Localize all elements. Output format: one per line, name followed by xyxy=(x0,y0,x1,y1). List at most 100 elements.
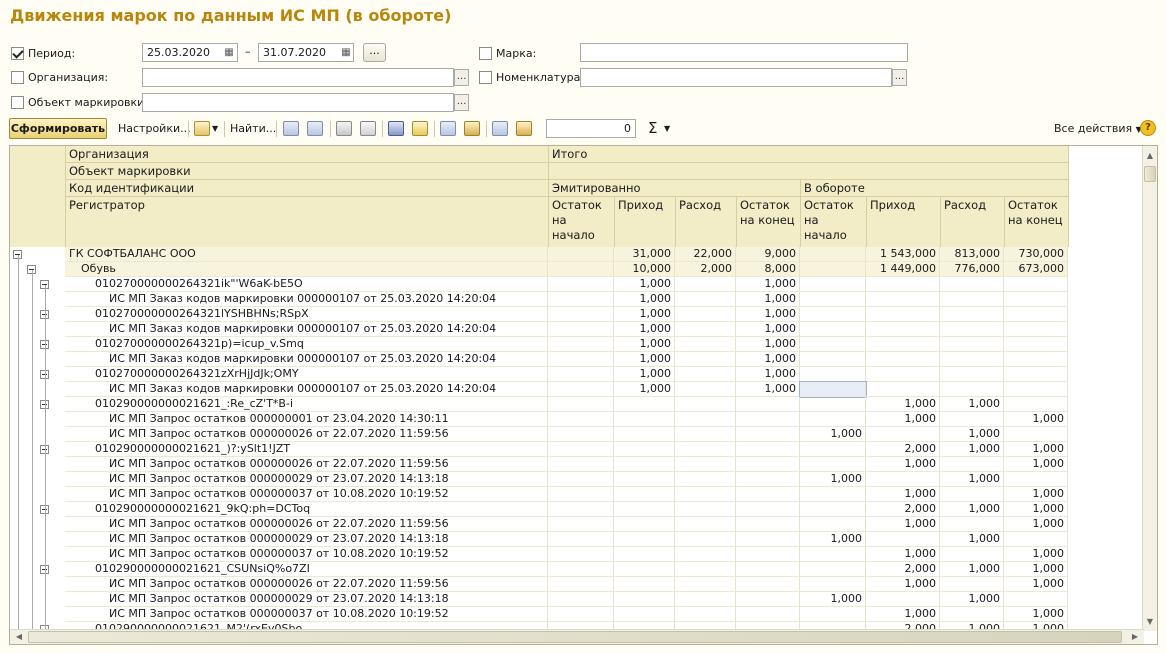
mark-input[interactable] xyxy=(580,43,908,62)
table-row[interactable]: ИС МП Запрос остатков 000000037 от 10.08… xyxy=(10,487,1068,502)
row-label: ИС МП Запрос остатков 000000001 от 23.04… xyxy=(65,412,548,427)
scroll-left-icon[interactable]: ◀ xyxy=(12,630,26,644)
col-organization[interactable]: Организация xyxy=(66,146,152,163)
col-marking-object[interactable]: Объект маркировки xyxy=(66,163,194,180)
scroll-down-icon[interactable]: ▼ xyxy=(1143,615,1157,629)
value-cell xyxy=(800,367,866,382)
table-row[interactable]: 010270000000264321ik"'W6aK-bE5O 1,000 1,00… xyxy=(10,277,1068,292)
marking-object-checkbox[interactable] xyxy=(11,95,24,109)
col-code[interactable]: Код идентификации xyxy=(66,180,197,197)
value-cell: 776,000 xyxy=(940,262,1004,277)
table-row[interactable]: ИС МП Запрос остатков 000000029 от 23.07… xyxy=(10,592,1068,607)
row-label: ИС МП Запрос остатков 000000026 от 22.07… xyxy=(65,517,548,532)
col-circ-start[interactable]: Остаток на начало xyxy=(801,197,857,244)
table-row[interactable]: 010270000000264321zXrHjJdJk;OMY 1,000 1,00… xyxy=(10,367,1068,382)
value-cell: 9,000 xyxy=(736,247,800,262)
organization-select-button[interactable]: ... xyxy=(454,69,469,86)
value-cell xyxy=(866,337,940,352)
mail-icon[interactable] xyxy=(412,121,428,136)
copy-table-icon[interactable] xyxy=(440,121,456,136)
marking-object-input[interactable] xyxy=(142,93,454,112)
value-cell xyxy=(548,322,614,337)
value-cell xyxy=(675,277,736,292)
col-total[interactable]: Итого xyxy=(549,146,590,163)
table-row[interactable]: ИС МП Запрос остатков 000000026 от 22.07… xyxy=(10,517,1068,532)
col-registrar[interactable]: Регистратор xyxy=(66,197,148,214)
table-row[interactable]: ИС МП Запрос остатков 000000026 от 22.07… xyxy=(10,457,1068,472)
table-row[interactable]: ГК СОФТБАЛАНС ООО 31,000 22,000 9,000 1 543,… xyxy=(10,247,1068,262)
marking-object-select-button[interactable]: ... xyxy=(454,94,469,111)
table-row[interactable]: ИС МП Заказ кодов маркировки 000000107 о… xyxy=(10,352,1068,367)
organization-input[interactable] xyxy=(142,68,454,87)
table-row[interactable]: Обувь 10,000 2,000 8,000 1 449,000 776,000 673… xyxy=(10,262,1068,277)
all-actions-menu[interactable]: Все действия ▼ xyxy=(1054,118,1142,139)
hscroll-thumb[interactable] xyxy=(28,631,1122,643)
table-row[interactable]: 010270000000264321lYSHBHNs;RSpX 1,000 1,00… xyxy=(10,307,1068,322)
value-cell xyxy=(736,577,800,592)
help-icon[interactable]: ? xyxy=(1140,120,1156,136)
table-row[interactable]: ИС МП Запрос остатков 000000029 от 23.07… xyxy=(10,532,1068,547)
period-select-button[interactable]: ... xyxy=(363,43,386,62)
value-cell xyxy=(866,592,940,607)
save-icon[interactable] xyxy=(388,121,404,136)
col-emitted-income[interactable]: Приход xyxy=(615,197,666,214)
period-checkbox[interactable] xyxy=(11,46,24,60)
find-button[interactable]: Найти... xyxy=(230,118,276,139)
calendar-icon[interactable]: ▦ xyxy=(222,45,236,60)
variant-icon[interactable] xyxy=(194,121,210,136)
nomenclature-select-button[interactable]: ... xyxy=(892,69,907,86)
col-in-circulation[interactable]: В обороте xyxy=(801,180,868,197)
value-cell xyxy=(866,307,940,322)
table-row[interactable]: ИС МП Заказ кодов маркировки 000000107 о… xyxy=(10,292,1068,307)
value-cell xyxy=(800,322,866,337)
table-row[interactable]: 010270000000264321p)=icup_v.Smq 1,000 1,00… xyxy=(10,337,1068,352)
nomenclature-checkbox[interactable] xyxy=(479,70,492,84)
col-emitted-start[interactable]: Остаток на начало xyxy=(549,197,605,244)
sigma-icon[interactable]: Σ xyxy=(648,118,657,139)
value-cell xyxy=(548,427,614,442)
scroll-thumb[interactable] xyxy=(1144,166,1156,182)
vertical-scrollbar[interactable]: ▲ ▼ xyxy=(1142,146,1157,631)
print-icon[interactable] xyxy=(336,121,352,136)
organization-checkbox[interactable] xyxy=(11,70,24,84)
period-dash: – xyxy=(245,45,251,58)
table-row[interactable]: 010290000000021621_)?:ySlt1!JZT 2,000 1,00… xyxy=(10,442,1068,457)
clipboard-icon[interactable] xyxy=(516,121,532,136)
table-row[interactable]: ИС МП Запрос остатков 000000029 от 23.07… xyxy=(10,472,1068,487)
chevron-down-icon[interactable]: ▼ xyxy=(664,118,670,139)
value-cell xyxy=(940,517,1004,532)
mark-checkbox[interactable] xyxy=(479,46,492,60)
calendar-icon[interactable]: ▦ xyxy=(339,45,353,60)
scroll-up-icon[interactable]: ▲ xyxy=(1143,149,1157,163)
chevron-down-icon[interactable]: ▼ xyxy=(212,118,218,139)
table-row[interactable]: ИС МП Заказ кодов маркировки 000000107 о… xyxy=(10,322,1068,337)
expand-icon[interactable] xyxy=(283,121,299,136)
table-row[interactable]: 010290000000021621_9kQ:ph=DCToq 2,000 1,00… xyxy=(10,502,1068,517)
col-emitted-expense[interactable]: Расход xyxy=(676,197,724,214)
nomenclature-input[interactable] xyxy=(580,68,892,87)
value-cell xyxy=(675,607,736,622)
col-circ-expense[interactable]: Расход xyxy=(941,197,989,214)
generate-button[interactable]: Сформировать xyxy=(9,118,107,139)
table-row[interactable]: 010290000000021621_:Re_cZ'T*B-i 1,000 1,00… xyxy=(10,397,1068,412)
col-circ-income[interactable]: Приход xyxy=(867,197,918,214)
col-emitted-end[interactable]: Остаток на конец xyxy=(737,197,798,229)
table-row[interactable]: ИС МП Запрос остатков 000000001 от 23.04… xyxy=(10,412,1068,427)
paste-icon[interactable] xyxy=(464,121,480,136)
preview-icon[interactable] xyxy=(360,121,376,136)
horizontal-scrollbar[interactable]: ◀ ▶ xyxy=(10,629,1144,644)
scroll-right-icon[interactable]: ▶ xyxy=(1128,630,1142,644)
table-row[interactable]: ИС МП Запрос остатков 000000037 от 10.08… xyxy=(10,547,1068,562)
collapse-icon[interactable] xyxy=(307,121,323,136)
settings-button[interactable]: Настройки... xyxy=(118,118,191,139)
table-row[interactable]: ИС МП Запрос остатков 000000037 от 10.08… xyxy=(10,607,1068,622)
table-row[interactable]: 010290000000021621_CSUNsiQ%o7ZI 2,000 1,00… xyxy=(10,562,1068,577)
table-row[interactable]: ИС МП Заказ кодов маркировки 000000107 о… xyxy=(10,381,1068,398)
copy-icon[interactable] xyxy=(492,121,508,136)
col-circ-end[interactable]: Остаток на конец xyxy=(1005,197,1066,229)
table-row[interactable]: ИС МП Запрос остатков 000000026 от 22.07… xyxy=(10,577,1068,592)
table-row[interactable]: ИС МП Запрос остатков 000000026 от 22.07… xyxy=(10,427,1068,442)
sum-counter-field[interactable]: 0 xyxy=(546,119,636,138)
col-emitted[interactable]: Эмитированно xyxy=(549,180,644,197)
value-cell xyxy=(1004,322,1068,337)
